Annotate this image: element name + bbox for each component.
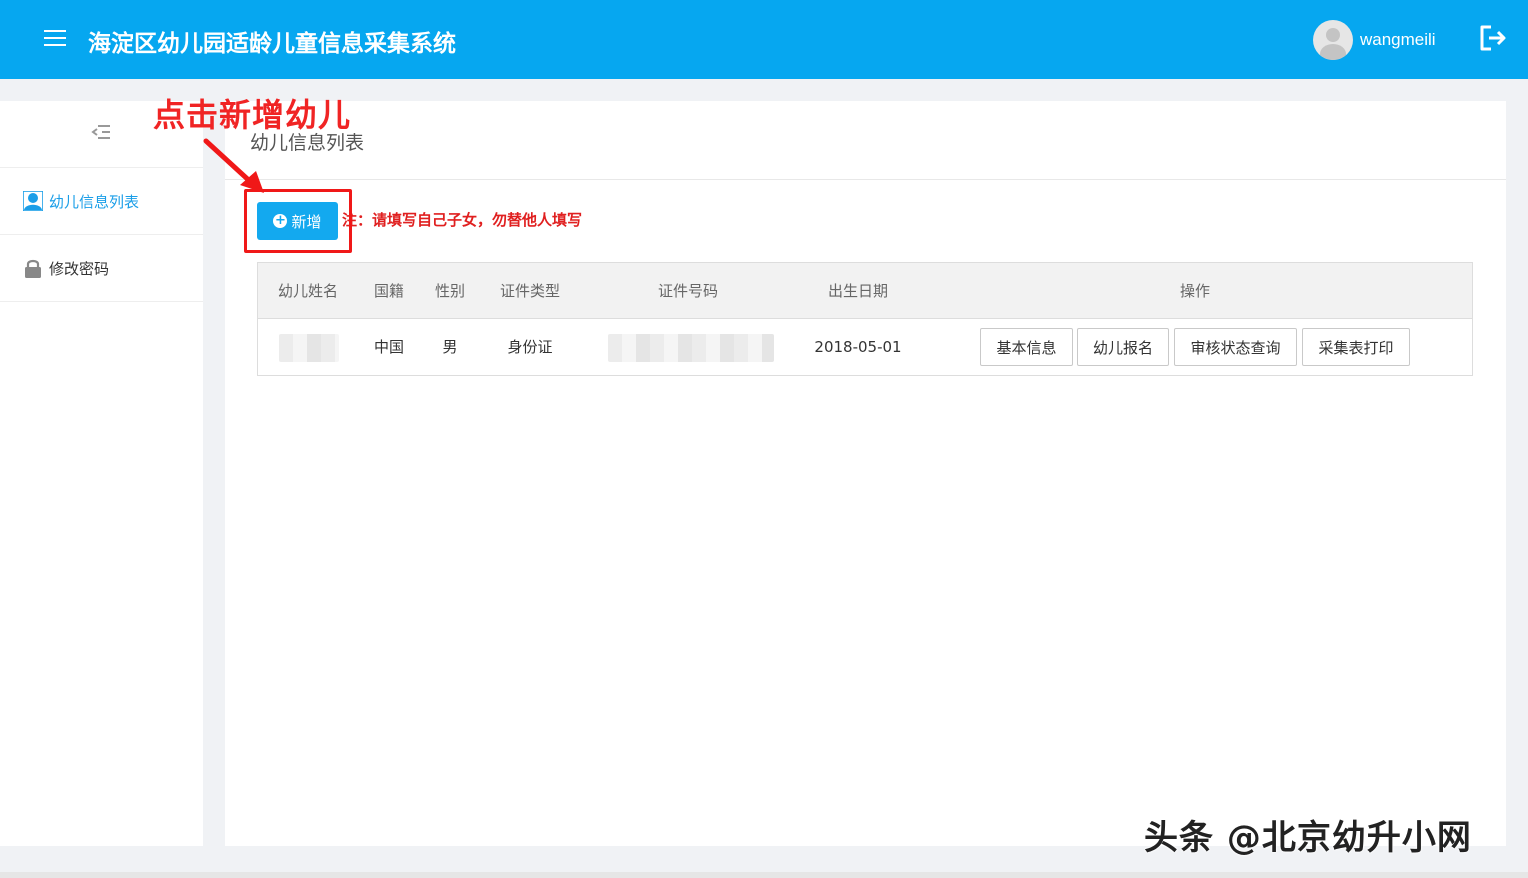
review-status-button[interactable]: 审核状态查询 [1174, 328, 1297, 366]
annotation-text: 点击新增幼儿 [153, 96, 352, 134]
bottom-scrollbar [0, 872, 1528, 878]
menu-icon[interactable] [44, 30, 66, 48]
header-gender: 性别 [434, 282, 465, 300]
table-header: 幼儿姓名 国籍 性别 证件类型 证件号码 出生日期 操作 [258, 263, 1472, 319]
enroll-button[interactable]: 幼儿报名 [1077, 328, 1169, 366]
cell-birth-date: 2018-05-01 [814, 338, 902, 356]
sidebar-item-change-password[interactable]: 修改密码 [0, 235, 203, 302]
sidebar-item-child-list[interactable]: 幼儿信息列表 [0, 168, 203, 235]
blurred-id-number [608, 333, 774, 362]
cell-name [278, 319, 340, 375]
notice-text: 注：请填写自己子女，勿替他人填写 [342, 211, 583, 229]
blurred-name [279, 333, 339, 362]
sidebar-item-label: 修改密码 [49, 259, 110, 278]
table-row: 中国 男 身份证 2018-05-01 基本信息 幼儿报名 审核状态查询 采集表… [258, 319, 1472, 375]
cell-id-type: 身份证 [507, 338, 553, 356]
header-birth-date: 出生日期 [827, 282, 888, 300]
annotation-highlight-box [244, 189, 352, 253]
avatar [1313, 20, 1353, 60]
sidebar-item-label: 幼儿信息列表 [49, 192, 140, 211]
main-content: 幼儿信息列表 + 新增 注：请填写自己子女，勿替他人填写 幼儿姓名 国籍 性别 … [225, 101, 1506, 846]
header-nationality: 国籍 [373, 282, 404, 300]
child-table: 幼儿姓名 国籍 性别 证件类型 证件号码 出生日期 操作 中国 男 身份证 20… [257, 262, 1473, 376]
content-header: 幼儿信息列表 [225, 101, 1506, 180]
collapse-icon [91, 125, 110, 139]
username: wangmeili [1360, 30, 1436, 49]
basic-info-button[interactable]: 基本信息 [980, 328, 1073, 366]
lock-icon [25, 259, 41, 278]
logout-icon[interactable] [1477, 22, 1509, 54]
app-title: 海淀区幼儿园适龄儿童信息采集系统 [88, 31, 456, 57]
watermark: 头条 @北京幼升小网 [1144, 818, 1472, 858]
user-icon [23, 191, 43, 211]
header-name: 幼儿姓名 [277, 282, 338, 300]
cell-nationality: 中国 [373, 338, 404, 356]
sidebar: 幼儿信息列表 修改密码 [0, 101, 203, 846]
header-id-number: 证件号码 [657, 282, 718, 300]
header-id-type: 证件类型 [499, 282, 560, 300]
header-actions: 操作 [1179, 282, 1210, 300]
print-form-button[interactable]: 采集表打印 [1302, 328, 1410, 366]
top-bar: 海淀区幼儿园适龄儿童信息采集系统 wangmeili [0, 0, 1528, 79]
user-menu[interactable]: wangmeili [1313, 19, 1436, 61]
cell-id-number [608, 319, 774, 375]
cell-gender: 男 [442, 338, 458, 356]
